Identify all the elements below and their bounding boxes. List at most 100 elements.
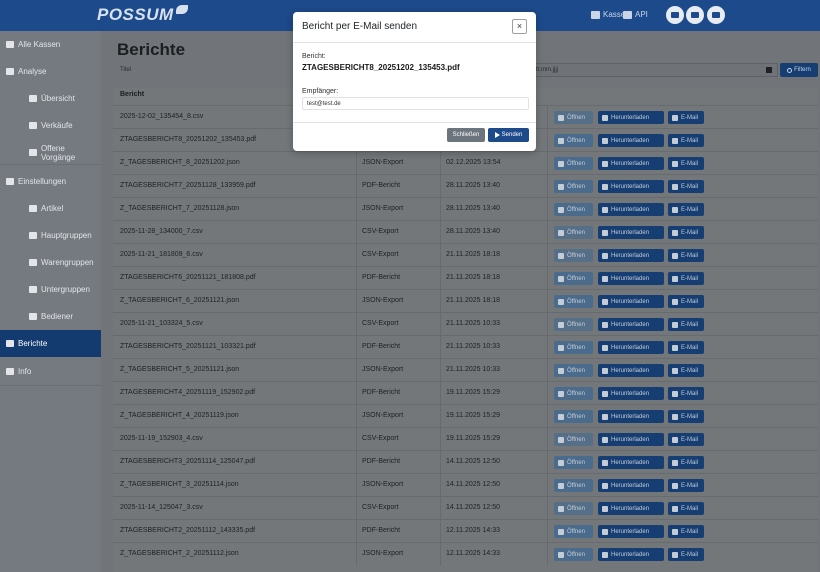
email-button[interactable]: E-Mail (668, 249, 704, 262)
sidebar-item-berichte[interactable]: Berichte (0, 330, 101, 357)
user-settings-button[interactable] (686, 6, 704, 24)
download-button[interactable]: Herunterladen (598, 364, 664, 377)
open-button[interactable]: Öffnen (554, 364, 593, 377)
sidebar-item-bediener[interactable]: Bediener (0, 303, 101, 330)
send-button[interactable]: Senden (488, 128, 529, 142)
email-label: E-Mail (681, 344, 699, 351)
email-button[interactable]: E-Mail (668, 525, 704, 538)
email-button[interactable]: E-Mail (668, 387, 704, 400)
email-button[interactable]: E-Mail (668, 364, 704, 377)
open-button[interactable]: Öffnen (554, 272, 593, 285)
download-button[interactable]: Herunterladen (598, 341, 664, 354)
open-button[interactable]: Öffnen (554, 502, 593, 515)
download-label: Herunterladen (611, 160, 650, 167)
sidebar-item-artikel[interactable]: Artikel (0, 195, 101, 222)
modal-close-text-button[interactable]: Schließen (447, 128, 485, 142)
download-button[interactable]: Herunterladen (598, 134, 664, 147)
sidebar-item-analyse[interactable]: Analyse (0, 58, 101, 85)
open-button[interactable]: Öffnen (554, 318, 593, 331)
email-button[interactable]: E-Mail (668, 433, 704, 446)
date-filter-input[interactable]: tt.mm.jjjj (531, 63, 778, 77)
calendar-icon[interactable] (766, 67, 772, 73)
download-button[interactable]: Herunterladen (598, 272, 664, 285)
report-date: 28.11.2025 13:40 (446, 182, 500, 189)
email-button[interactable]: E-Mail (668, 341, 704, 354)
email-button[interactable]: E-Mail (668, 295, 704, 308)
open-button[interactable]: Öffnen (554, 387, 593, 400)
drawer-button[interactable] (666, 6, 684, 24)
sidebar-item-warengruppen[interactable]: Warengruppen (0, 249, 101, 276)
sidebar-item-hauptgruppen[interactable]: Hauptgruppen (0, 222, 101, 249)
download-button[interactable]: Herunterladen (598, 548, 664, 561)
email-button[interactable]: E-Mail (668, 548, 704, 561)
email-button[interactable]: E-Mail (668, 318, 704, 331)
send-button-label: Senden (501, 132, 523, 138)
email-button[interactable]: E-Mail (668, 111, 704, 124)
download-button[interactable]: Herunterladen (598, 502, 664, 515)
download-button[interactable]: Herunterladen (598, 525, 664, 538)
modal-close-button[interactable]: × (512, 19, 527, 34)
file-icon (558, 183, 564, 190)
download-button[interactable]: Herunterladen (598, 226, 664, 239)
possum-logo[interactable]: POSSUM (97, 5, 188, 25)
sidebar-item-label: Übersicht (41, 94, 75, 103)
open-button[interactable]: Öffnen (554, 456, 593, 469)
download-button[interactable]: Herunterladen (598, 479, 664, 492)
report-date: 21.11.2025 10:33 (446, 366, 500, 373)
download-button[interactable]: Herunterladen (598, 318, 664, 331)
download-button[interactable]: Herunterladen (598, 456, 664, 469)
open-button[interactable]: Öffnen (554, 295, 593, 308)
open-button[interactable]: Öffnen (554, 111, 593, 124)
sidebar-item-untergruppen[interactable]: Untergruppen (0, 276, 101, 303)
email-button[interactable]: E-Mail (668, 456, 704, 469)
email-button[interactable]: E-Mail (668, 226, 704, 239)
title-filter-label[interactable]: Titel (120, 67, 131, 73)
sidebar-item-einstellungen[interactable]: Einstellungen (0, 168, 101, 195)
sidebar-item-offene-vorgänge[interactable]: Offene Vorgänge (0, 139, 101, 166)
open-button[interactable]: Öffnen (554, 249, 593, 262)
open-button[interactable]: Öffnen (554, 226, 593, 239)
download-button[interactable]: Herunterladen (598, 203, 664, 216)
open-button[interactable]: Öffnen (554, 433, 593, 446)
envelope-icon (672, 367, 678, 374)
open-button[interactable]: Öffnen (554, 134, 593, 147)
info-icon (6, 368, 14, 375)
email-button[interactable]: E-Mail (668, 479, 704, 492)
logout-button[interactable] (707, 6, 725, 24)
open-button[interactable]: Öffnen (554, 180, 593, 193)
download-button[interactable]: Herunterladen (598, 157, 664, 170)
email-label: E-Mail (681, 528, 699, 535)
open-button[interactable]: Öffnen (554, 548, 593, 561)
filter-button[interactable]: Filtern (780, 63, 818, 77)
download-button[interactable]: Herunterladen (598, 180, 664, 193)
report-name: ZTAGESBERICHT4_20251119_152902.pdf (120, 389, 256, 396)
report-name: 2025-12-02_135454_8.csv (120, 113, 204, 120)
open-button[interactable]: Öffnen (554, 479, 593, 492)
sidebar-item-alle-kassen[interactable]: Alle Kassen (0, 31, 101, 58)
download-button[interactable]: Herunterladen (598, 433, 664, 446)
open-label: Öffnen (567, 321, 585, 328)
email-label: E-Mail (681, 321, 699, 328)
email-button[interactable]: E-Mail (668, 134, 704, 147)
sidebar-item-verkäufe[interactable]: Verkäufe (0, 112, 101, 139)
download-button[interactable]: Herunterladen (598, 410, 664, 423)
open-button[interactable]: Öffnen (554, 157, 593, 170)
sidebar-item-info[interactable]: Info (0, 358, 101, 385)
email-button[interactable]: E-Mail (668, 180, 704, 193)
open-button[interactable]: Öffnen (554, 525, 593, 538)
open-button[interactable]: Öffnen (554, 203, 593, 216)
open-button[interactable]: Öffnen (554, 341, 593, 354)
email-button[interactable]: E-Mail (668, 272, 704, 285)
email-button[interactable]: E-Mail (668, 203, 704, 216)
download-button[interactable]: Herunterladen (598, 387, 664, 400)
email-button[interactable]: E-Mail (668, 502, 704, 515)
download-button[interactable]: Herunterladen (598, 249, 664, 262)
open-button[interactable]: Öffnen (554, 410, 593, 423)
email-button[interactable]: E-Mail (668, 410, 704, 423)
email-button[interactable]: E-Mail (668, 157, 704, 170)
recipient-email-field[interactable]: test@test.de (302, 97, 529, 110)
sidebar-item-übersicht[interactable]: Übersicht (0, 85, 101, 112)
download-button[interactable]: Herunterladen (598, 111, 664, 124)
download-button[interactable]: Herunterladen (598, 295, 664, 308)
nav-link-api[interactable]: API (623, 10, 648, 19)
